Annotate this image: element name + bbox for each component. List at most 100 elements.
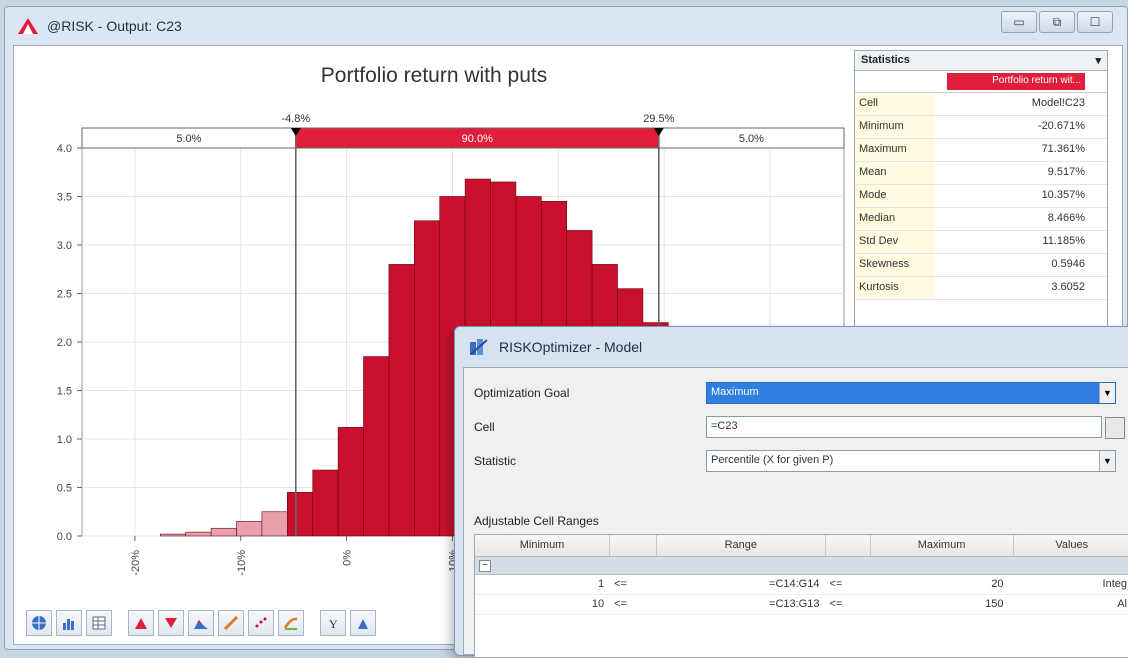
stat-row[interactable]: Minimum-20.671%	[855, 116, 1107, 139]
histogram-bar[interactable]	[237, 521, 262, 536]
col-maximum[interactable]: Maximum	[871, 535, 1014, 556]
stat-key: Kurtosis	[855, 277, 935, 299]
table-row[interactable]: 10 <= =C13:G13 <= 150 Al	[475, 595, 1128, 615]
scatter-icon[interactable]	[248, 610, 274, 636]
statistics-panel: Statistics ▾ Portfolio return wit... Cel…	[854, 50, 1108, 340]
stat-row[interactable]: Std Dev11.185%	[855, 231, 1107, 254]
histogram-bar[interactable]	[186, 532, 211, 536]
stat-value: 3.6052	[935, 277, 1107, 299]
stat-row[interactable]: CellModel!C23	[855, 93, 1107, 116]
row-range[interactable]: =C13:G13	[657, 595, 825, 614]
dialog-title-bar[interactable]: RISKOptimizer - Model	[455, 327, 1128, 367]
y-tick-label: 2.5	[57, 289, 72, 301]
risk-logo-icon	[17, 17, 39, 35]
stat-value: 11.185%	[935, 231, 1107, 253]
stat-row[interactable]: Mean9.517%	[855, 162, 1107, 185]
statistic-label: Statistic	[474, 454, 706, 468]
chevron-down-icon[interactable]: ▾	[1095, 54, 1101, 67]
y-tick-label: 1.5	[57, 386, 72, 398]
stat-row[interactable]: Mode10.357%	[855, 185, 1107, 208]
tornado-icon[interactable]	[278, 610, 304, 636]
statistic-row: Statistic Percentile (X for given P) ▼	[474, 450, 1116, 472]
histogram-bar[interactable]	[160, 534, 185, 536]
row-op1: <=	[610, 575, 657, 594]
row-values[interactable]: Al	[1014, 595, 1128, 614]
row-min[interactable]: 10	[475, 595, 610, 614]
col-op2[interactable]	[826, 535, 871, 556]
histogram-bar[interactable]	[313, 470, 338, 536]
chevron-down-icon[interactable]: ▼	[1099, 383, 1115, 403]
stat-value: Model!C23	[935, 93, 1107, 115]
table-icon[interactable]	[86, 610, 112, 636]
stat-row[interactable]: Maximum71.361%	[855, 139, 1107, 162]
row-max[interactable]: 20	[871, 575, 1014, 594]
adjustable-ranges-label: Adjustable Cell Ranges	[474, 514, 599, 528]
row-min[interactable]: 1	[475, 575, 610, 594]
col-minimum[interactable]: Minimum	[475, 535, 610, 556]
y-tick-label: 0.0	[57, 531, 72, 543]
globe-icon[interactable]	[26, 610, 52, 636]
mountain-icon[interactable]	[188, 610, 214, 636]
riskoptimizer-icon	[469, 338, 489, 356]
x-tick-label: 0%	[342, 550, 354, 566]
stat-key: Mean	[855, 162, 935, 184]
grid-group-row[interactable]: −	[475, 557, 1128, 575]
table-row[interactable]: 1 <= =C14:G14 <= 20 Integ	[475, 575, 1128, 595]
cell-row: Cell =C23	[474, 416, 1102, 438]
more-icon[interactable]	[350, 610, 376, 636]
col-op1[interactable]	[610, 535, 657, 556]
collapse-icon[interactable]: −	[479, 560, 491, 572]
histogram-bar[interactable]	[414, 221, 439, 536]
stat-row[interactable]: Kurtosis3.6052	[855, 277, 1107, 300]
restore-button[interactable]: ⧉	[1039, 11, 1075, 33]
cell-input[interactable]: =C23	[706, 416, 1102, 438]
minimize-button[interactable]: ▭	[1001, 11, 1037, 33]
row-max[interactable]: 150	[871, 595, 1014, 614]
bar-chart-icon[interactable]	[128, 610, 154, 636]
statistic-select[interactable]: Percentile (X for given P) ▼	[706, 450, 1116, 472]
chevron-down-icon[interactable]: ▼	[1099, 451, 1115, 471]
row-op1: <=	[610, 595, 657, 614]
maximize-button[interactable]: ☐	[1077, 11, 1113, 33]
title-bar[interactable]: @RISK - Output: C23	[5, 7, 1127, 45]
col-range[interactable]: Range	[657, 535, 825, 556]
stat-row[interactable]: Skewness0.5946	[855, 254, 1107, 277]
stat-value: -20.671%	[935, 116, 1107, 138]
row-values[interactable]: Integ	[1014, 575, 1128, 594]
cell-reference-icon[interactable]	[1105, 417, 1125, 439]
row-range[interactable]: =C14:G14	[657, 575, 825, 594]
stat-row[interactable]: Median8.466%	[855, 208, 1107, 231]
stat-value: 71.361%	[935, 139, 1107, 161]
stat-key: Maximum	[855, 139, 935, 161]
goal-label: Optimization Goal	[474, 386, 706, 400]
row-op2: <=	[825, 575, 870, 594]
stat-key: Mode	[855, 185, 935, 207]
statistic-value: Percentile (X for given P)	[711, 454, 833, 466]
col-values[interactable]: Values	[1014, 535, 1128, 556]
riskoptimizer-model-dialog: RISKOptimizer - Model Optimization Goal …	[454, 326, 1128, 656]
dialog-title: RISKOptimizer - Model	[499, 339, 642, 355]
band-left-label: 5.0%	[176, 133, 201, 145]
statistics-title: Statistics	[861, 54, 910, 67]
band-middle-label: 90.0%	[462, 133, 493, 145]
goal-select[interactable]: Maximum ▼	[706, 382, 1116, 404]
histogram-bar[interactable]	[338, 427, 363, 536]
histogram-bar[interactable]	[262, 512, 287, 536]
histogram-bar[interactable]	[364, 357, 389, 536]
goal-row: Optimization Goal Maximum ▼	[474, 382, 1116, 404]
statistics-header[interactable]: Statistics ▾	[855, 51, 1107, 71]
series-label[interactable]: Portfolio return wit...	[947, 73, 1085, 90]
stat-key: Std Dev	[855, 231, 935, 253]
histogram-bar[interactable]	[287, 492, 312, 536]
histogram-icon[interactable]	[56, 610, 82, 636]
stat-value: 0.5946	[935, 254, 1107, 276]
text-icon[interactable]: Y	[320, 610, 346, 636]
window-title: @RISK - Output: C23	[47, 18, 182, 34]
stat-key: Cell	[855, 93, 935, 115]
y-tick-label: 0.5	[57, 483, 72, 495]
funnel-icon[interactable]	[158, 610, 184, 636]
histogram-bar[interactable]	[389, 264, 414, 536]
cumulative-icon[interactable]	[218, 610, 244, 636]
x-tick-label: -10%	[236, 550, 248, 576]
histogram-bar[interactable]	[211, 528, 236, 536]
